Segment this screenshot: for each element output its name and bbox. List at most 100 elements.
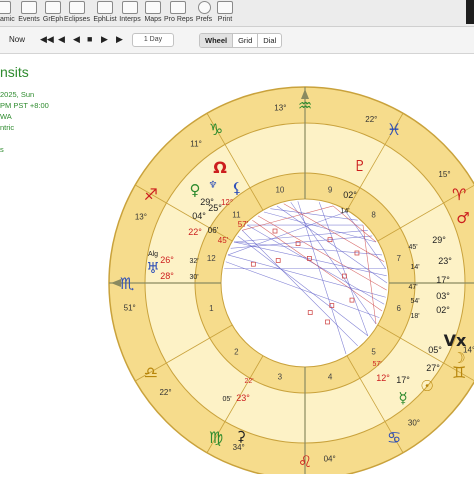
- cusp-degree-label: 15°: [438, 170, 450, 179]
- planet-label: 23°: [438, 256, 452, 266]
- planet-label: 17°: [396, 375, 410, 385]
- planet-label: ⚸: [232, 179, 243, 197]
- planet-label: 18': [410, 313, 419, 320]
- step-back-far-icon[interactable]: ◀◀: [40, 34, 54, 45]
- planet-label: 06': [208, 226, 219, 235]
- gear-icon: [197, 1, 211, 14]
- cusp-degree-label: 30°: [408, 418, 420, 427]
- planet-label: 26°: [160, 255, 174, 265]
- toolbar-button-ephlist[interactable]: EphList: [92, 0, 118, 26]
- cusp-degree-label: 13°: [135, 213, 147, 222]
- tab-dial[interactable]: Dial: [257, 34, 281, 47]
- zodiac-sign-leo-icon: ♌: [298, 452, 312, 471]
- view-mode-segmented-control: Wheel Grid Dial: [199, 33, 283, 48]
- house-number-label: 9: [328, 185, 333, 194]
- planet-label: 57': [372, 361, 381, 368]
- planet-label: 54': [410, 298, 419, 305]
- zodiac-sign-libra-icon: ♎: [144, 363, 158, 382]
- planet-label: Vx: [444, 331, 467, 350]
- tab-wheel[interactable]: Wheel: [200, 34, 233, 47]
- ephemeris-list-icon: [97, 1, 113, 14]
- planet-label: 28°: [160, 271, 174, 281]
- chart-wheel[interactable]: 123456789101112♒♓♈♉♊♋♌♍♎♏♐♑13°22°15°25°1…: [0, 54, 474, 479]
- house-number-label: 11: [232, 210, 241, 219]
- print-icon: [217, 1, 233, 14]
- planet-label: 03°: [436, 291, 450, 301]
- planet-label: 30': [189, 274, 198, 281]
- planet-label: ☿: [398, 389, 407, 407]
- zodiac-sign-sagittarius-icon: ♐: [144, 185, 158, 204]
- step-forward-icon[interactable]: ▶: [116, 34, 123, 45]
- step-forward-small-icon[interactable]: ▶: [101, 34, 108, 45]
- planet-label: 45': [408, 244, 417, 251]
- step-back-small-icon[interactable]: ◀: [73, 34, 80, 45]
- planet-label: ⚳: [236, 429, 246, 445]
- house-number-label: 4: [328, 373, 333, 382]
- tab-grid[interactable]: Grid: [232, 34, 257, 47]
- dynamic-icon: [0, 1, 11, 14]
- planet-label: 14': [340, 208, 349, 215]
- planet-label: ♂: [456, 209, 469, 227]
- house-number-label: 3: [278, 373, 283, 382]
- planet-label: ♅: [146, 259, 159, 277]
- toolbar-button-eclipses[interactable]: Eclipses: [63, 0, 91, 26]
- house-number-label: 7: [396, 254, 401, 263]
- planet-label: ☉: [420, 377, 433, 395]
- house-number-label: 8: [371, 210, 376, 219]
- cusp-degree-label: 22°: [365, 115, 377, 124]
- planet-label: 29°: [432, 235, 446, 245]
- planet-label: 22°: [188, 227, 202, 237]
- planet-label: Alg: [148, 251, 158, 258]
- zodiac-sign-scorpio-icon: ♏: [120, 274, 134, 293]
- step-back-icon[interactable]: ◀: [58, 34, 65, 45]
- toolbar-button-prefs[interactable]: Prefs: [193, 0, 215, 26]
- zodiac-sign-virgo-icon: ♍: [209, 428, 223, 447]
- house-number-label: 5: [371, 348, 376, 357]
- now-button[interactable]: Now: [9, 35, 25, 44]
- house-number-label: 12: [207, 254, 216, 263]
- planet-label: 23°: [236, 393, 250, 403]
- planet-label: 45': [218, 236, 229, 245]
- planet-label: ♀: [190, 181, 201, 199]
- chart-wheel-svg: 123456789101112♒♓♈♉♊♋♌♍♎♏♐♑13°22°15°25°1…: [108, 86, 474, 479]
- planet-label: 27°: [426, 363, 440, 373]
- house-number-label: 2: [234, 348, 239, 357]
- zodiac-sign-cancer-icon: ♋: [387, 428, 401, 447]
- step-size-field[interactable]: 1 Day: [132, 33, 174, 47]
- events-icon: [21, 1, 37, 14]
- interpretations-icon: [122, 1, 138, 14]
- cusp-degree-label: 04°: [324, 454, 336, 463]
- zodiac-sign-aquarius-icon: ♒: [298, 96, 312, 115]
- toolbar-button-events[interactable]: Events: [16, 0, 42, 26]
- zodiac-sign-capricorn-icon: ♑: [209, 120, 223, 139]
- pro-reports-icon: [170, 1, 186, 14]
- planet-label: ☽: [452, 349, 465, 367]
- planet-label: 57': [238, 220, 249, 229]
- planet-label: 17°: [436, 275, 450, 285]
- planet-label: 02°: [436, 305, 450, 315]
- toolbar-button-interps[interactable]: Interps: [118, 0, 142, 26]
- planet-label: ♆: [209, 180, 218, 191]
- house-number-label: 6: [396, 304, 401, 313]
- cusp-degree-label: 13°: [274, 104, 286, 113]
- maps-icon: [145, 1, 161, 14]
- cusp-degree-label: 51°: [124, 304, 136, 313]
- toolbar-button-print[interactable]: Print: [215, 0, 235, 26]
- zodiac-sign-aries-icon: ♈: [452, 185, 466, 204]
- toolbar-button-maps[interactable]: Maps: [143, 0, 163, 26]
- planet-label: 04°: [192, 211, 206, 221]
- toolbar-button-greph[interactable]: GrEph: [41, 0, 65, 26]
- planet-label: 05°: [428, 345, 442, 355]
- toolbar-button-pro-reps[interactable]: Pro Reps: [164, 0, 193, 26]
- house-number-label: 1: [209, 304, 214, 313]
- main-toolbar: amic Events GrEph Eclipses EphList Inter…: [0, 0, 474, 27]
- planet-label: 02°: [343, 190, 357, 200]
- cusp-degree-label: 11°: [190, 140, 202, 149]
- cusp-degree-label: 22°: [159, 388, 171, 397]
- stop-icon[interactable]: ■: [87, 34, 92, 44]
- planet-label: 05': [222, 396, 231, 403]
- navigation-bar: Now ◀◀ ◀ ◀ ■ ▶ ▶ 1 Day Wheel Grid Dial: [0, 27, 474, 54]
- window-edge: [466, 0, 474, 24]
- planet-label: ♇: [353, 157, 366, 175]
- house-number-label: 10: [275, 185, 284, 194]
